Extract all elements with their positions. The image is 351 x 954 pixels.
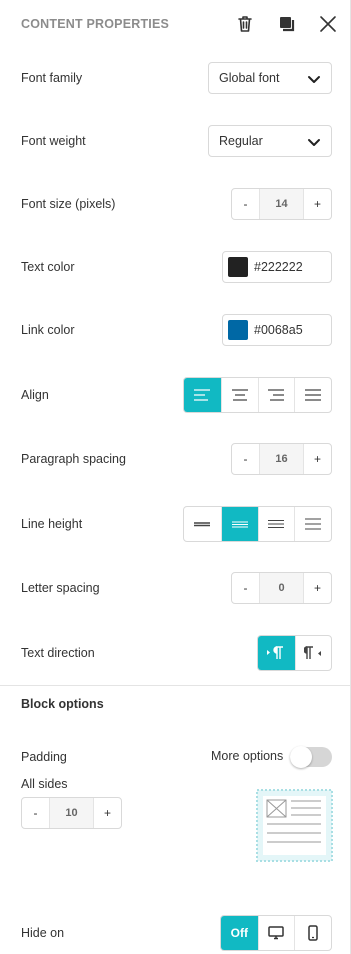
toggle-knob bbox=[290, 746, 312, 768]
font-family-select[interactable]: Global font bbox=[208, 62, 332, 94]
font-weight-label: Font weight bbox=[21, 134, 86, 148]
off-label: Off bbox=[230, 926, 248, 940]
font-weight-select[interactable]: Regular bbox=[208, 125, 332, 157]
paragraph-spacing-stepper: - 16 + bbox=[231, 443, 332, 475]
chevron-down-icon bbox=[307, 135, 321, 149]
hide-on-button-group: Off bbox=[220, 915, 332, 951]
increment-button[interactable]: + bbox=[93, 798, 121, 828]
padding-value[interactable]: 10 bbox=[50, 798, 93, 828]
align-button-group bbox=[183, 377, 332, 413]
more-options-toggle[interactable] bbox=[290, 746, 332, 768]
align-right-icon[interactable] bbox=[257, 378, 295, 412]
font-size-label: Font size (pixels) bbox=[21, 197, 116, 211]
text-direction-label: Text direction bbox=[21, 646, 95, 660]
line-height-normal-icon[interactable] bbox=[220, 507, 258, 541]
decrement-button[interactable]: - bbox=[22, 798, 50, 828]
increment-button[interactable]: + bbox=[303, 573, 331, 603]
link-color-picker[interactable]: #0068a5 bbox=[222, 314, 332, 346]
paragraph-spacing-value[interactable]: 16 bbox=[260, 444, 303, 474]
link-color-label: Link color bbox=[21, 323, 75, 337]
hide-on-off-button[interactable]: Off bbox=[221, 916, 258, 950]
align-left-icon[interactable] bbox=[184, 378, 221, 412]
line-height-loose-icon[interactable] bbox=[294, 507, 331, 541]
text-color-swatch bbox=[228, 257, 248, 277]
desktop-icon[interactable] bbox=[257, 916, 295, 950]
font-size-stepper: - 14 + bbox=[231, 188, 332, 220]
font-family-value: Global font bbox=[219, 71, 280, 85]
padding-stepper: - 10 + bbox=[21, 797, 122, 829]
block-options-title: Block options bbox=[21, 697, 104, 711]
content-properties-panel: CONTENT PROPERTIES Font family Global fo… bbox=[0, 0, 351, 954]
line-height-label: Line height bbox=[21, 517, 83, 531]
text-color-label: Text color bbox=[21, 260, 75, 274]
align-label: Align bbox=[21, 388, 49, 402]
rtl-icon[interactable] bbox=[294, 636, 332, 670]
trash-icon[interactable] bbox=[235, 14, 255, 34]
more-options-label: More options bbox=[211, 749, 284, 763]
link-color-value: #0068a5 bbox=[254, 323, 303, 337]
padding-preview-icon bbox=[256, 789, 333, 862]
padding-label: Padding bbox=[21, 750, 67, 764]
mobile-icon[interactable] bbox=[294, 916, 331, 950]
align-justify-icon[interactable] bbox=[294, 378, 331, 412]
font-weight-value: Regular bbox=[219, 134, 263, 148]
text-color-picker[interactable]: #222222 bbox=[222, 251, 332, 283]
letter-spacing-label: Letter spacing bbox=[21, 581, 100, 595]
line-height-tight-icon[interactable] bbox=[184, 507, 221, 541]
line-height-button-group bbox=[183, 506, 332, 542]
letter-spacing-stepper: - 0 + bbox=[231, 572, 332, 604]
letter-spacing-value[interactable]: 0 bbox=[260, 573, 303, 603]
text-color-value: #222222 bbox=[254, 260, 303, 274]
duplicate-icon[interactable] bbox=[277, 14, 297, 34]
font-size-value[interactable]: 14 bbox=[260, 189, 303, 219]
chevron-down-icon bbox=[307, 72, 321, 86]
increment-button[interactable]: + bbox=[303, 189, 331, 219]
paragraph-spacing-label: Paragraph spacing bbox=[21, 452, 126, 466]
ltr-icon[interactable] bbox=[258, 636, 295, 670]
panel-title: CONTENT PROPERTIES bbox=[21, 17, 170, 31]
align-center-icon[interactable] bbox=[220, 378, 258, 412]
close-icon[interactable] bbox=[318, 14, 338, 34]
decrement-button[interactable]: - bbox=[232, 573, 260, 603]
line-height-relaxed-icon[interactable] bbox=[257, 507, 295, 541]
decrement-button[interactable]: - bbox=[232, 189, 260, 219]
all-sides-label: All sides bbox=[21, 777, 68, 791]
section-divider bbox=[0, 685, 351, 686]
panel-header: CONTENT PROPERTIES bbox=[0, 0, 351, 48]
increment-button[interactable]: + bbox=[303, 444, 331, 474]
hide-on-label: Hide on bbox=[21, 926, 65, 940]
font-family-label: Font family bbox=[21, 71, 83, 85]
decrement-button[interactable]: - bbox=[232, 444, 260, 474]
link-color-swatch bbox=[228, 320, 248, 340]
text-direction-button-group bbox=[257, 635, 332, 671]
